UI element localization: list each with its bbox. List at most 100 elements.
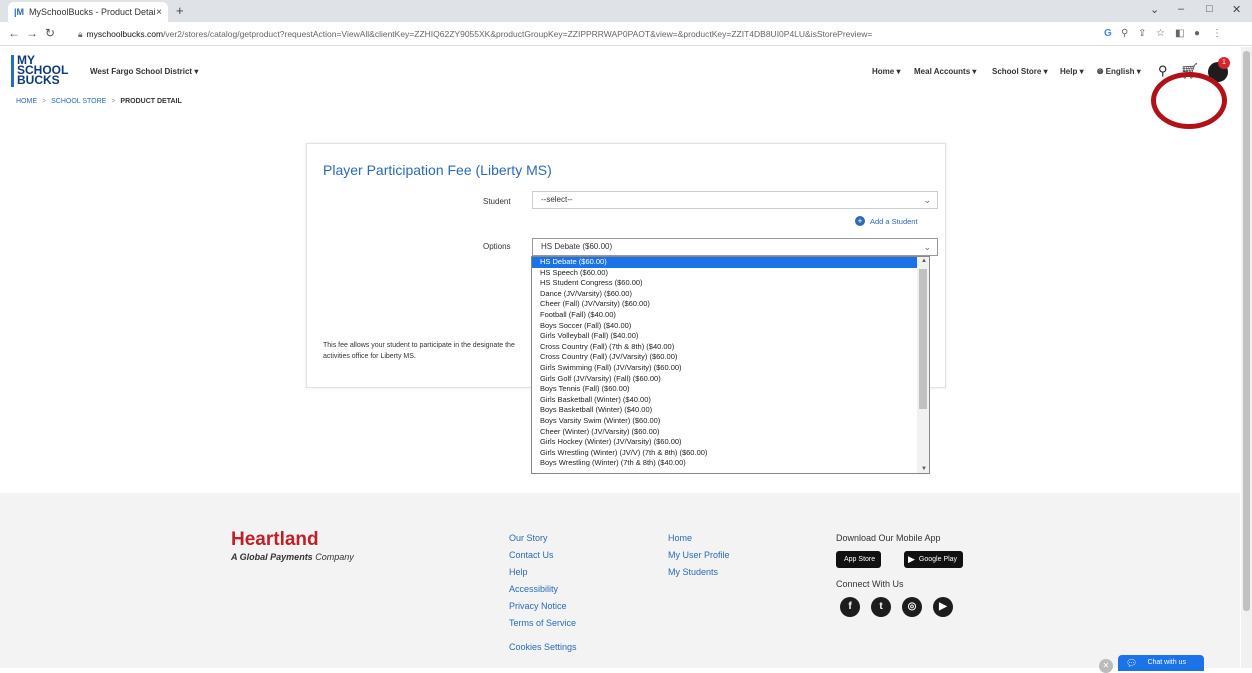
footer-link-accessibility[interactable]: Accessibility <box>509 584 558 594</box>
page-scroll-thumb[interactable] <box>1243 51 1250 611</box>
dropdown-option[interactable]: Cross Country (Fall) (JV/Varsity) ($60.0… <box>532 352 929 363</box>
url-field[interactable]: 🔒︎ myschoolbucks.com/ver2/stores/catalog/… <box>78 26 1088 42</box>
back-icon[interactable]: ← <box>8 26 20 40</box>
browser-tab-bar: |M MySchoolBucks - Product Detail × + ⌄ … <box>0 0 1252 22</box>
instagram-icon[interactable]: ◎ <box>902 597 922 617</box>
tab-search-icon[interactable]: ⌄ <box>1150 3 1159 16</box>
footer-link-my-user-profile[interactable]: My User Profile <box>668 550 730 560</box>
chat-button[interactable]: 💬︎ Chat with us <box>1118 655 1204 671</box>
footer-link-terms-of-service[interactable]: Terms of Service <box>509 618 576 628</box>
dropdown-option[interactable]: Boys Wrestling (Winter) (7th & 8th) ($40… <box>532 458 929 469</box>
tab-title: MySchoolBucks - Product Detail <box>29 7 157 17</box>
breadcrumb: HOME > SCHOOL STORE > PRODUCT DETAIL <box>16 98 182 105</box>
restore-icon[interactable]: □ <box>1206 3 1213 15</box>
breadcrumb-separator: > <box>42 98 47 105</box>
district-name: West Fargo School District <box>90 67 193 76</box>
nav-help[interactable]: Help ▾ <box>1060 67 1084 76</box>
footer-link-home[interactable]: Home <box>668 533 692 543</box>
add-student-label: Add a Student <box>870 216 918 226</box>
dropdown-option[interactable]: Cheer (Winter) (JV/Varsity) ($60.00) <box>532 427 929 438</box>
share-icon[interactable]: ⇪ <box>1138 28 1146 39</box>
nav-language[interactable]: 🌐︎ English ▾ <box>1097 67 1141 77</box>
brand-tagline-bold: A Global Payments <box>231 552 313 562</box>
app-store-button[interactable]: App Store <box>836 551 882 568</box>
student-select[interactable]: --select-- ⌄ <box>532 191 938 209</box>
dropdown-option[interactable]: Boys Varsity Swim (Winter) ($60.00) <box>532 416 929 427</box>
breadcrumb-school-store[interactable]: SCHOOL STORE <box>51 98 106 105</box>
breadcrumb-home[interactable]: HOME <box>16 98 37 105</box>
heartland-logo[interactable]: Heartland A Global Payments Company <box>231 529 354 562</box>
chevron-down-icon[interactable]: ⌄ <box>923 192 931 208</box>
youtube-icon[interactable]: ▶ <box>933 597 953 617</box>
dropdown-option[interactable]: Girls Golf (JV/Varsity) (Fall) ($60.00) <box>532 374 929 385</box>
forward-icon[interactable]: → <box>26 26 38 40</box>
scroll-down-icon[interactable]: ▼ <box>921 466 927 472</box>
browser-tab[interactable]: |M MySchoolBucks - Product Detail × <box>8 2 168 22</box>
browser-menu-icon[interactable]: ⋮ <box>1212 28 1222 39</box>
dropdown-option[interactable]: Boys Soccer (Fall) ($40.00) <box>532 321 929 332</box>
options-dropdown-list[interactable]: HS Debate ($60.00) HS Speech ($60.00) HS… <box>531 256 930 474</box>
site-header: MY SCHOOL BUCKS West Fargo School Distri… <box>0 47 1252 103</box>
caret-down-icon: ▾ <box>194 67 199 76</box>
footer-link-cookies-settings[interactable]: Cookies Settings <box>509 642 577 652</box>
dropdown-option[interactable]: Girls Volleyball (Fall) ($40.00) <box>532 331 929 342</box>
nav-language-label: English <box>1105 67 1135 76</box>
dropdown-option[interactable]: Cross Country (Fall) (7th & 8th) ($40.00… <box>532 342 929 353</box>
student-select-value: --select-- <box>541 195 573 204</box>
minimize-icon[interactable]: – <box>1178 3 1184 15</box>
nav-meal-accounts-label: Meal Accounts <box>914 67 971 76</box>
nav-school-store[interactable]: School Store ▾ <box>992 67 1048 76</box>
bookmark-star-icon[interactable]: ☆ <box>1156 28 1165 39</box>
page-scrollbar[interactable] <box>1241 47 1252 668</box>
dropdown-scroll-thumb[interactable] <box>919 269 927 409</box>
footer-link-contact-us[interactable]: Contact Us <box>509 550 554 560</box>
notification-badge: 1 <box>1218 57 1230 69</box>
district-selector[interactable]: West Fargo School District ▾ <box>90 67 198 76</box>
chat-close-icon[interactable]: ✕ <box>1099 659 1113 673</box>
dropdown-option[interactable]: Girls Hockey (Winter) (JV/Varsity) ($60.… <box>532 437 929 448</box>
lock-icon: 🔒︎ <box>78 29 83 39</box>
nav-help-label: Help <box>1060 67 1078 76</box>
footer-link-privacy-notice[interactable]: Privacy Notice <box>509 601 567 611</box>
myschoolbucks-logo[interactable]: MY SCHOOL BUCKS <box>11 54 68 87</box>
footer-link-help[interactable]: Help <box>509 567 528 577</box>
chevron-down-icon[interactable]: ⌄ <box>923 239 931 255</box>
caret-down-icon: ▾ <box>1136 67 1141 76</box>
play-store-icon: ▶ <box>908 554 915 564</box>
dropdown-option[interactable]: Cheer (Fall) (JV/Varsity) ($60.00) <box>532 299 929 310</box>
google-play-button[interactable]: ▶ Google Play <box>904 551 964 568</box>
dropdown-option[interactable]: Dance (JV/Varsity) ($60.00) <box>532 289 929 300</box>
nav-home-label: Home <box>872 67 895 76</box>
dropdown-option[interactable]: Football (Fall) ($40.00) <box>532 310 929 321</box>
side-panel-icon[interactable]: ◧ <box>1175 28 1184 39</box>
dropdown-option[interactable]: Girls Basketball (Winter) ($40.00) <box>532 395 929 406</box>
profile-icon[interactable]: ● <box>1194 28 1200 39</box>
twitter-icon[interactable]: t <box>871 597 891 617</box>
new-tab-button[interactable]: + <box>176 3 184 18</box>
google-icon[interactable]: G <box>1104 28 1112 39</box>
dropdown-option[interactable]: Boys Tennis (Fall) ($60.00) <box>532 384 929 395</box>
tab-close-icon[interactable]: × <box>156 7 162 18</box>
reload-icon[interactable]: ↻ <box>45 26 55 40</box>
footer-link-my-students[interactable]: My Students <box>668 567 718 577</box>
page-title: Player Participation Fee (Liberty MS) <box>323 162 552 178</box>
dropdown-option[interactable]: HS Speech ($60.00) <box>532 268 929 279</box>
dropdown-option[interactable]: Girls Swimming (Fall) (JV/Varsity) ($60.… <box>532 363 929 374</box>
add-student-link[interactable]: + Add a Student <box>855 216 918 226</box>
footer-link-our-story[interactable]: Our Story <box>509 533 548 543</box>
options-select[interactable]: HS Debate ($60.00) ⌄ <box>532 238 938 256</box>
dropdown-scrollbar[interactable]: ▲ ▼ <box>917 257 929 473</box>
app-store-label: App Store <box>844 556 876 563</box>
dropdown-option[interactable]: HS Student Congress ($60.00) <box>532 278 929 289</box>
url-path: /ver2/stores/catalog/getproduct?requestA… <box>163 29 873 39</box>
facebook-icon[interactable]: f <box>840 597 860 617</box>
plus-icon: + <box>855 216 865 226</box>
nav-meal-accounts[interactable]: Meal Accounts ▾ <box>914 67 976 76</box>
nav-home[interactable]: Home ▾ <box>872 67 900 76</box>
dropdown-option[interactable]: Girls Wrestling (Winter) (JV/V) (7th & 8… <box>532 448 929 459</box>
dropdown-option[interactable]: HS Debate ($60.00) <box>532 257 929 268</box>
zoom-icon[interactable]: ⚲ <box>1121 28 1128 39</box>
close-window-icon[interactable]: ✕ <box>1232 3 1241 16</box>
scroll-up-icon[interactable]: ▲ <box>921 258 927 264</box>
dropdown-option[interactable]: Boys Basketball (Winter) ($40.00) <box>532 405 929 416</box>
